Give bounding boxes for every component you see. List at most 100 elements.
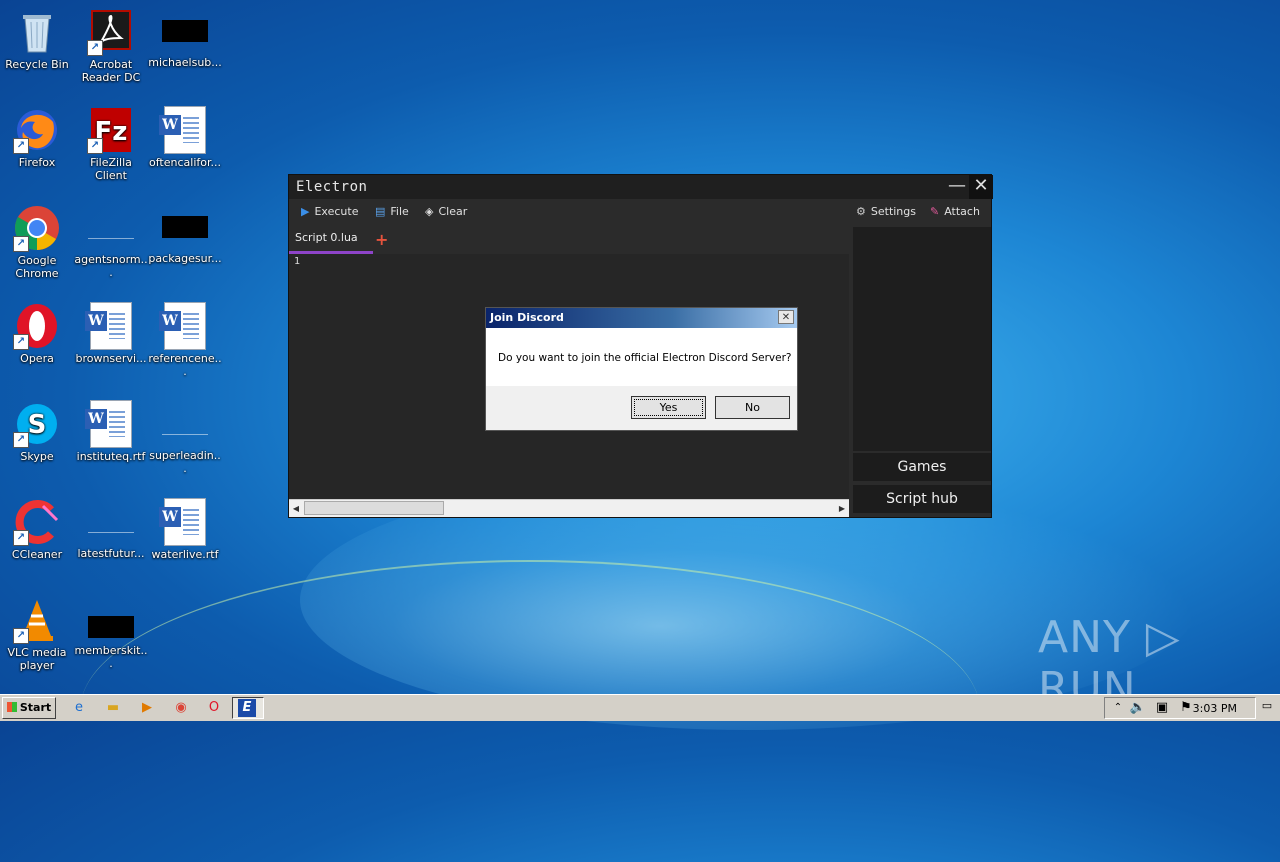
desktop-icon-label: agentsnorm... bbox=[74, 253, 148, 279]
desktop-icon-label: packagesur... bbox=[148, 252, 222, 265]
desktop-icon-michaelsub[interactable]: michaelsub... bbox=[148, 8, 222, 69]
filezilla-icon: Fz ↗ bbox=[87, 106, 135, 154]
join-discord-dialog: Join Discord ✕ Do you want to join the o… bbox=[485, 307, 798, 431]
electron-taskbar-icon: E bbox=[238, 699, 256, 717]
shortcut-arrow-icon: ↗ bbox=[13, 628, 29, 644]
desktop-icon-opera[interactable]: ↗ Opera bbox=[0, 302, 74, 365]
script-hub-button[interactable]: Script hub bbox=[853, 485, 991, 513]
file-icon bbox=[88, 510, 134, 533]
word-doc-icon: W bbox=[159, 302, 209, 350]
desktop-icon-latestfutur[interactable]: latestfutur... bbox=[74, 498, 148, 560]
script-tabs: Script 0.lua + bbox=[289, 227, 849, 254]
tray-expand-icon[interactable]: ⌃ bbox=[1109, 699, 1127, 717]
desktop-icon-ccleaner[interactable]: ↗ CCleaner bbox=[0, 498, 74, 561]
electron-title: Electron bbox=[296, 179, 368, 195]
desktop-icon-brownservi[interactable]: W brownservi... bbox=[74, 302, 148, 365]
attach-button[interactable]: ✎ Attach bbox=[930, 205, 980, 218]
file-icon bbox=[162, 20, 208, 42]
desktop-icon-packagesur[interactable]: packagesur... bbox=[148, 204, 222, 265]
desktop-icon-instituteq[interactable]: W instituteq.rtf bbox=[74, 400, 148, 463]
shortcut-arrow-icon: ↗ bbox=[13, 334, 29, 350]
desktop-icon-label: Acrobat Reader DC bbox=[81, 58, 141, 84]
desktop-icon-label: superleadin... bbox=[149, 449, 221, 475]
desktop-icon-recycle-bin[interactable]: Recycle Bin bbox=[0, 8, 74, 71]
desktop-icon-memberskit[interactable]: memberskit... bbox=[74, 596, 148, 670]
add-tab-icon[interactable]: + bbox=[375, 230, 388, 249]
file-icon bbox=[88, 216, 134, 239]
svg-text:S: S bbox=[28, 410, 47, 440]
desktop-icon-label: Google Chrome bbox=[15, 254, 59, 280]
no-button[interactable]: No bbox=[715, 396, 790, 419]
dialog-titlebar[interactable]: Join Discord ✕ bbox=[486, 308, 797, 328]
desktop-icon-label: waterlive.rtf bbox=[151, 548, 219, 561]
desktop-icon-oftencalifor[interactable]: W oftencalifor... bbox=[148, 106, 222, 169]
desktop-icon-label: Opera bbox=[20, 352, 54, 365]
desktop-icon-acrobat[interactable]: ↗ Acrobat Reader DC bbox=[74, 8, 148, 84]
minimize-icon[interactable]: — bbox=[945, 175, 969, 199]
settings-button[interactable]: ⚙ Settings bbox=[856, 205, 916, 218]
execute-button[interactable]: ▶ Execute bbox=[301, 205, 358, 218]
desktop-icon-label: latestfutur... bbox=[77, 547, 145, 560]
games-button[interactable]: Games bbox=[853, 453, 991, 481]
desktop-icon-label: Skype bbox=[20, 450, 54, 463]
desktop-icon-referencene[interactable]: W referencene... bbox=[148, 302, 222, 378]
desktop-icon-skype[interactable]: S ↗ Skype bbox=[0, 400, 74, 463]
ie-icon[interactable]: e bbox=[70, 699, 88, 717]
desktop-icon-superleadin[interactable]: superleadin... bbox=[148, 400, 222, 475]
file-icon: ▤ bbox=[375, 205, 386, 218]
desktop-icon-label: instituteq.rtf bbox=[76, 450, 146, 463]
file-icon bbox=[162, 412, 208, 435]
shortcut-arrow-icon: ↗ bbox=[13, 432, 29, 448]
firefox-icon: ↗ bbox=[13, 106, 61, 154]
shortcut-arrow-icon: ↗ bbox=[13, 236, 29, 252]
scroll-left-icon[interactable]: ◀ bbox=[289, 502, 303, 515]
desktop-icon-agentsnorm[interactable]: agentsnorm... bbox=[74, 204, 148, 279]
chrome-icon: ↗ bbox=[13, 204, 61, 252]
media-player-icon[interactable]: ▶ bbox=[138, 699, 156, 717]
syringe-icon: ✎ bbox=[930, 205, 940, 218]
desktop-icon-label: oftencalifor... bbox=[149, 156, 221, 169]
horizontal-scrollbar[interactable]: ◀ ▶ bbox=[289, 499, 849, 517]
desktop-icon-firefox[interactable]: ↗ Firefox bbox=[0, 106, 74, 169]
desktop-icon-chrome[interactable]: ↗ Google Chrome bbox=[0, 204, 74, 280]
gear-icon: ⚙ bbox=[856, 205, 866, 218]
script-list-panel[interactable] bbox=[853, 227, 991, 451]
desktop-icon-label: michaelsub... bbox=[148, 56, 222, 69]
electron-taskbar-button[interactable]: E bbox=[232, 697, 264, 719]
desktop-icon-label: CCleaner bbox=[11, 548, 63, 561]
show-desktop-button[interactable]: ▭ bbox=[1258, 697, 1276, 717]
scrollbar-thumb[interactable] bbox=[304, 501, 444, 515]
desktop-icon-label: Firefox bbox=[18, 156, 56, 169]
scroll-right-icon[interactable]: ▶ bbox=[835, 502, 849, 515]
clear-button[interactable]: ◈ Clear bbox=[425, 205, 467, 218]
electron-titlebar[interactable]: Electron — ✕ bbox=[289, 175, 993, 199]
desktop-icon-waterlive[interactable]: W waterlive.rtf bbox=[148, 498, 222, 561]
file-button[interactable]: ▤ File bbox=[375, 205, 409, 218]
yes-button[interactable]: Yes bbox=[631, 396, 706, 419]
start-label: Start bbox=[19, 701, 52, 714]
tab-script-0[interactable]: Script 0.lua bbox=[289, 227, 373, 254]
clock[interactable]: 3:03 PM bbox=[1193, 702, 1237, 715]
word-doc-icon: W bbox=[85, 302, 135, 350]
word-doc-icon: W bbox=[159, 498, 209, 546]
desktop-icon-filezilla[interactable]: Fz ↗ FileZilla Client bbox=[74, 106, 148, 182]
settings-label: Settings bbox=[870, 205, 916, 218]
shortcut-arrow-icon: ↗ bbox=[13, 530, 29, 546]
start-button[interactable]: Start bbox=[2, 697, 56, 719]
word-doc-icon: W bbox=[85, 400, 135, 448]
desktop-icon-vlc[interactable]: ↗ VLC media player bbox=[0, 596, 74, 672]
dialog-close-icon[interactable]: ✕ bbox=[778, 310, 794, 324]
play-icon: ▶ bbox=[301, 205, 310, 218]
network-icon[interactable]: ▣ bbox=[1153, 699, 1171, 717]
file-label: File bbox=[390, 205, 409, 218]
chrome-taskbar-icon[interactable]: ◉ bbox=[172, 699, 190, 717]
close-icon[interactable]: ✕ bbox=[969, 175, 993, 199]
execute-label: Execute bbox=[314, 205, 359, 218]
volume-icon[interactable]: 🔈 bbox=[1129, 699, 1147, 717]
vlc-icon: ↗ bbox=[13, 596, 61, 644]
desktop-icon-label: FileZilla Client bbox=[90, 156, 132, 182]
desktop-icon-label: VLC media player bbox=[7, 646, 67, 672]
opera-taskbar-icon[interactable]: O bbox=[205, 699, 223, 717]
explorer-icon[interactable]: ▬ bbox=[104, 699, 122, 717]
monitor-icon: ▭ bbox=[1261, 699, 1273, 712]
